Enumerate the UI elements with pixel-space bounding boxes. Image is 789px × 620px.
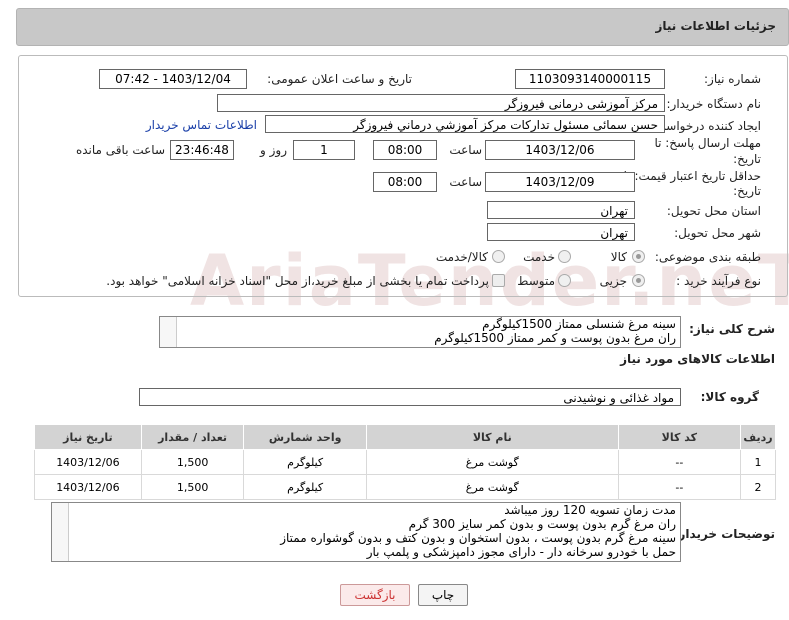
days-field: 1 [293, 140, 355, 160]
col-unit: واحد شمارش [243, 424, 367, 450]
details-panel: شماره نیاز: 1103093140000115 تاریخ و ساع… [18, 55, 788, 297]
cell-date: 1403/12/06 [34, 474, 142, 500]
process-minor-label: جزیی [599, 274, 627, 288]
back-button[interactable]: بازگشت [340, 584, 410, 606]
cell-unit: کیلوگرم [243, 449, 367, 475]
category-service-label: خدمت [523, 250, 555, 264]
days-label: روز و [260, 143, 287, 157]
category-goods-label: کالا [610, 250, 627, 264]
validity-label-1: حداقل تاریخ اعتبار قیمت: تا [623, 169, 761, 183]
payment-text: پرداخت تمام یا بخشی از مبلغ خرید،از محل … [106, 274, 489, 288]
print-button[interactable]: چاپ [418, 584, 468, 606]
deadline-label-2: تاریخ: [733, 152, 761, 166]
treasury-checkbox[interactable] [492, 274, 505, 287]
buyer-contact-link[interactable]: اطلاعات تماس خریدار [146, 118, 257, 132]
province-field: تهران [487, 201, 635, 219]
col-code: کد کالا [617, 424, 742, 450]
category-both-label: کالا/خدمت [435, 250, 488, 264]
remaining-time-field: 23:46:48 [170, 140, 234, 160]
goods-group-label: گروه کالا: [700, 390, 759, 404]
category-label: طبقه بندی موضوعی: [654, 250, 761, 264]
deadline-time-label: ساعت [449, 143, 482, 157]
city-field: تهران [487, 223, 635, 241]
notes-line-1: مدت زمان تسویه 120 روز میباشد [504, 503, 676, 517]
category-service-radio[interactable] [558, 250, 571, 263]
summary-textarea[interactable]: سینه مرغ شنسلی ممتاز 1500کیلوگرم ران مرغ… [159, 316, 681, 348]
announce-field: 1403/12/04 - 07:42 [99, 69, 247, 89]
cell-name: گوشت مرغ [365, 449, 619, 475]
need-number-label: شماره نیاز: [704, 72, 761, 86]
cell-name: گوشت مرغ [365, 474, 619, 500]
goods-group-field: مواد غذائی و نوشیدنی [139, 388, 681, 406]
process-medium-radio[interactable] [558, 274, 571, 287]
cell-code: -- [617, 449, 742, 475]
process-medium-label: متوسط [517, 274, 555, 288]
page-header: جزئیات اطلاعات نیاز [16, 8, 789, 46]
col-date: تاریخ نیاز [34, 424, 142, 450]
validity-time-field: 08:00 [373, 172, 437, 192]
deadline-label-1: مهلت ارسال پاسخ: تا [654, 136, 761, 150]
page-title: جزئیات اطلاعات نیاز [655, 19, 776, 33]
col-row: ردیف [740, 424, 776, 450]
cell-row: 2 [740, 474, 776, 500]
cell-unit: کیلوگرم [243, 474, 367, 500]
announce-label: تاریخ و ساعت اعلان عمومی: [267, 72, 412, 86]
city-label: شهر محل تحویل: [674, 226, 761, 240]
col-qty: تعداد / مقدار [140, 424, 245, 450]
summary-line-2: ران مرغ بدون پوست و کمر ممتاز 1500کیلوگر… [434, 331, 676, 345]
creator-label: ایجاد کننده درخواست: [650, 119, 761, 133]
summary-line-1: سینه مرغ شنسلی ممتاز 1500کیلوگرم [482, 317, 676, 331]
col-name: نام کالا [365, 424, 619, 450]
cell-qty: 1,500 [140, 474, 245, 500]
need-number-field: 1103093140000115 [515, 69, 665, 89]
deadline-time-field: 08:00 [373, 140, 437, 160]
summary-label: شرح کلی نیاز: [689, 322, 775, 336]
notes-line-2: ران مرغ گرم بدون پوست و بدون کمر سایز 30… [408, 517, 676, 531]
deadline-date-field: 1403/12/06 [485, 140, 635, 160]
buyer-notes-label: توضیحات خریدار: [673, 527, 775, 541]
buyer-notes-scrollbar[interactable] [52, 503, 69, 561]
category-goods-radio[interactable] [632, 250, 645, 263]
table-row: 2 -- گوشت مرغ کیلوگرم 1,500 1403/12/06 [34, 474, 776, 500]
cell-code: -- [617, 474, 742, 500]
validity-label-2: تاریخ: [733, 184, 761, 198]
province-label: استان محل تحویل: [666, 204, 761, 218]
cell-qty: 1,500 [140, 449, 245, 475]
table-row: 1 -- گوشت مرغ کیلوگرم 1,500 1403/12/06 [34, 449, 776, 475]
validity-time-label: ساعت [449, 175, 482, 189]
goods-section-title: اطلاعات کالاهای مورد نیاز [620, 352, 775, 366]
process-label: نوع فرآیند خرید : [676, 274, 761, 288]
process-minor-radio[interactable] [632, 274, 645, 287]
buyer-label: نام دستگاه خریدار: [666, 97, 762, 111]
category-both-radio[interactable] [492, 250, 505, 263]
remaining-label: ساعت باقی مانده [75, 143, 165, 157]
goods-table-header: ردیف کد کالا نام کالا واحد شمارش تعداد /… [34, 424, 776, 450]
summary-scrollbar[interactable] [160, 317, 177, 347]
buyer-field: مرکز آموزشی درمانی فیروزگر [217, 94, 665, 112]
creator-field: حسن سمائی مسئول تداركات مركز آموزشي درما… [265, 115, 665, 133]
notes-line-4: حمل با خودرو سرخانه دار - دارای مجوز دام… [366, 545, 676, 559]
cell-date: 1403/12/06 [34, 449, 142, 475]
validity-date-field: 1403/12/09 [485, 172, 635, 192]
notes-line-3: سینه مرغ گرم بدون پوست ، بدون استخوان و … [280, 531, 676, 545]
buyer-notes-textarea[interactable]: مدت زمان تسویه 120 روز میباشد ران مرغ گر… [51, 502, 681, 562]
cell-row: 1 [740, 449, 776, 475]
goods-table: ردیف کد کالا نام کالا واحد شمارش تعداد /… [34, 424, 776, 500]
